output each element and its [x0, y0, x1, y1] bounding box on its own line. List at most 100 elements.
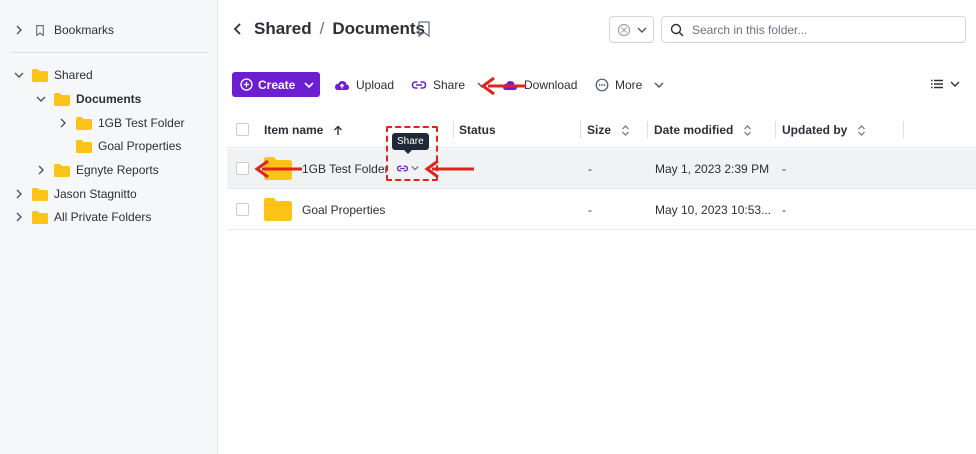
- sidebar-item-egnyte-reports[interactable]: Egnyte Reports: [34, 159, 159, 181]
- search-icon: [670, 23, 684, 37]
- link-icon: [411, 80, 427, 89]
- upload-label: Upload: [356, 77, 395, 92]
- item-name[interactable]: 1GB Test Folder: [302, 162, 388, 176]
- column-label: Status: [459, 123, 496, 137]
- sidebar-item-1gb-test-folder[interactable]: 1GB Test Folder: [56, 112, 184, 134]
- column-divider[interactable]: [647, 121, 648, 138]
- upload-button[interactable]: Upload: [334, 72, 394, 97]
- folder-icon: [54, 92, 70, 106]
- column-label: Updated by: [782, 123, 848, 137]
- link-icon: [396, 165, 409, 171]
- sidebar-item-label: Bookmarks: [54, 23, 115, 37]
- bookmark-icon[interactable]: [416, 20, 432, 38]
- sidebar-item-label: Egnyte Reports: [76, 163, 159, 177]
- view-toggle-button[interactable]: [930, 74, 966, 94]
- folder-icon: [76, 116, 92, 130]
- list-view-icon: [931, 79, 943, 89]
- table-header: Item name Status Size Date modified Upda…: [227, 112, 976, 148]
- row-checkbox[interactable]: [236, 203, 249, 216]
- chevron-right-icon[interactable]: [12, 210, 26, 224]
- column-divider[interactable]: [775, 121, 776, 138]
- sidebar-item-bookmarks[interactable]: Bookmarks: [12, 19, 114, 41]
- item-updated-by: -: [782, 203, 786, 217]
- more-button[interactable]: More: [595, 72, 664, 97]
- chevron-down-icon: [411, 165, 419, 171]
- chevron-down-icon: [637, 27, 646, 33]
- chevron-down-icon[interactable]: [12, 68, 26, 82]
- search-box[interactable]: [661, 16, 966, 43]
- row-share-button[interactable]: [396, 160, 422, 176]
- more-label: More: [615, 77, 643, 92]
- sort-ascending-icon: [334, 125, 343, 135]
- column-divider[interactable]: [453, 121, 454, 138]
- table-row[interactable]: Goal Properties - May 10, 2023 10:53... …: [227, 190, 976, 230]
- select-all-checkbox[interactable]: [236, 123, 249, 136]
- sort-icon: [744, 124, 752, 136]
- sidebar-item-shared[interactable]: Shared: [12, 64, 93, 86]
- create-button-label: Create: [258, 77, 296, 92]
- chevron-down-icon: [654, 82, 664, 88]
- bookmark-icon: [36, 24, 44, 36]
- item-size: -: [588, 162, 592, 176]
- plus-circle-icon: [240, 78, 253, 91]
- sidebar-item-all-private-folders[interactable]: All Private Folders: [12, 206, 151, 228]
- sidebar-item-documents[interactable]: Documents: [34, 88, 141, 110]
- more-circle-icon: [595, 78, 609, 91]
- sidebar-item-label: 1GB Test Folder: [98, 116, 185, 130]
- share-label: Share: [433, 77, 466, 92]
- column-header-updated-by[interactable]: Updated by: [782, 123, 866, 137]
- column-header-date-modified[interactable]: Date modified: [654, 123, 752, 137]
- chevron-down-icon[interactable]: [34, 92, 48, 106]
- column-header-status[interactable]: Status: [459, 123, 496, 137]
- folder-icon: [32, 187, 48, 201]
- chevron-right-icon[interactable]: [12, 187, 26, 201]
- create-button[interactable]: Create: [232, 72, 320, 97]
- chevron-right-icon[interactable]: [12, 23, 26, 37]
- cloud-download-icon: [503, 80, 517, 90]
- download-label: Download: [524, 77, 578, 92]
- filter-button[interactable]: [609, 16, 654, 43]
- item-date-modified: May 1, 2023 2:39 PM: [655, 162, 770, 176]
- sidebar-item-jason-stagnitto[interactable]: Jason Stagnitto: [12, 183, 137, 205]
- chevron-down-icon: [477, 82, 487, 88]
- sidebar-divider: [12, 52, 208, 53]
- item-name[interactable]: Goal Properties: [302, 203, 385, 217]
- column-header-item-name[interactable]: Item name: [264, 123, 343, 137]
- column-label: Date modified: [654, 123, 734, 137]
- chevron-down-icon: [304, 81, 314, 88]
- breadcrumb-shared[interactable]: Shared: [254, 19, 312, 39]
- sidebar-item-goal-properties[interactable]: Goal Properties: [76, 135, 181, 157]
- filter-circle-icon: [617, 23, 630, 36]
- breadcrumb: Shared / Documents: [254, 19, 425, 39]
- sort-icon: [858, 124, 866, 136]
- folder-icon: [264, 198, 292, 221]
- folder-icon: [54, 163, 70, 177]
- sidebar-item-label: All Private Folders: [54, 210, 152, 224]
- row-checkbox[interactable]: [236, 162, 249, 175]
- chevron-left-icon: [233, 23, 241, 35]
- table-row[interactable]: 1GB Test Folder - May 1, 2023 2:39 PM -: [227, 149, 976, 189]
- sidebar-item-label: Shared: [54, 68, 93, 82]
- chevron-right-icon[interactable]: [34, 163, 48, 177]
- share-tooltip: Share: [392, 133, 429, 154]
- page-title: Documents: [332, 19, 425, 38]
- column-divider[interactable]: [903, 121, 904, 138]
- search-input[interactable]: [692, 22, 952, 37]
- sidebar-item-label: Documents: [76, 92, 142, 106]
- folder-icon: [32, 210, 48, 224]
- item-date-modified: May 10, 2023 10:53...: [655, 203, 772, 217]
- download-button[interactable]: Download: [502, 72, 577, 97]
- column-label: Size: [587, 123, 612, 137]
- chevron-down-icon: [950, 81, 960, 87]
- sort-icon: [622, 124, 629, 136]
- folder-icon: [76, 139, 92, 153]
- item-updated-by: -: [782, 162, 786, 176]
- column-label: Item name: [264, 123, 324, 137]
- sidebar-item-label: Jason Stagnitto: [54, 187, 137, 201]
- share-button[interactable]: Share: [411, 72, 487, 97]
- column-header-size[interactable]: Size: [587, 123, 630, 137]
- back-button[interactable]: [228, 19, 248, 39]
- item-size: -: [588, 203, 592, 217]
- column-divider[interactable]: [580, 121, 581, 138]
- chevron-right-icon[interactable]: [56, 116, 70, 130]
